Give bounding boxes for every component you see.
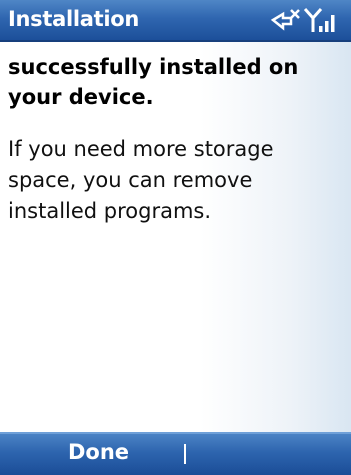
softkey-bar: Done: [0, 432, 351, 475]
storage-info-message: If you need more storage space, you can …: [8, 137, 274, 223]
installation-screen: Installation successfully installed on y…: [0, 0, 351, 475]
title-bar: Installation: [0, 0, 351, 42]
status-icons: [267, 6, 345, 34]
no-signal-icon: [303, 8, 335, 32]
window-title: Installation: [8, 7, 140, 31]
softkey-divider: [184, 444, 186, 464]
install-status-heading: successfully installed on your device.: [8, 55, 299, 109]
charging-disconnected-icon: [270, 9, 300, 31]
done-softkey[interactable]: Done: [68, 440, 129, 464]
message-area: successfully installed on your device. I…: [0, 42, 351, 432]
